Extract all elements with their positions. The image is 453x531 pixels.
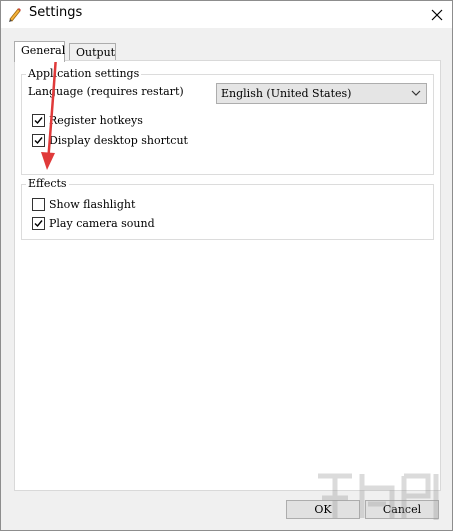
effects-title: Effects <box>26 177 69 190</box>
window-title: Settings <box>29 5 83 20</box>
close-icon <box>431 9 443 20</box>
chevron-down-icon <box>411 90 421 96</box>
application-settings-group: Application settings Language (requires … <box>21 67 434 175</box>
general-tab-panel: Application settings Language (requires … <box>14 60 441 491</box>
checkmark-icon <box>34 136 43 144</box>
pencil-app-icon <box>9 8 21 22</box>
register-hotkeys-checkbox[interactable] <box>32 113 45 127</box>
application-settings-title: Application settings <box>26 67 142 80</box>
checkmark-icon <box>34 116 43 124</box>
show-flashlight-label: Show flashlight <box>49 197 136 211</box>
cancel-button[interactable]: Cancel <box>365 500 439 519</box>
close-button[interactable] <box>422 1 452 28</box>
display-desktop-shortcut-checkbox[interactable] <box>32 133 45 147</box>
tab-general[interactable]: General <box>14 41 65 62</box>
play-camera-sound-checkbox[interactable] <box>32 216 45 230</box>
title-bar: Settings <box>1 1 452 28</box>
show-flashlight-checkbox[interactable] <box>32 197 45 211</box>
ok-button[interactable]: OK <box>286 500 360 519</box>
display-desktop-shortcut-option[interactable]: Display desktop shortcut <box>32 132 188 148</box>
play-camera-sound-option[interactable]: Play camera sound <box>32 215 155 231</box>
register-hotkeys-label: Register hotkeys <box>49 113 143 127</box>
show-flashlight-option[interactable]: Show flashlight <box>32 196 135 212</box>
language-label: Language (requires restart) <box>28 85 184 98</box>
language-select-value: English (United States) <box>221 87 352 100</box>
checkmark-icon <box>34 219 43 227</box>
play-camera-sound-label: Play camera sound <box>49 216 155 230</box>
effects-group: Effects Show flashlight Play camera soun… <box>21 177 434 240</box>
language-select[interactable]: English (United States) <box>216 83 427 104</box>
tab-output[interactable]: Output <box>69 43 116 60</box>
display-desktop-shortcut-label: Display desktop shortcut <box>49 133 188 147</box>
settings-window: Settings General Output Application sett… <box>0 0 453 531</box>
register-hotkeys-option[interactable]: Register hotkeys <box>32 112 143 128</box>
